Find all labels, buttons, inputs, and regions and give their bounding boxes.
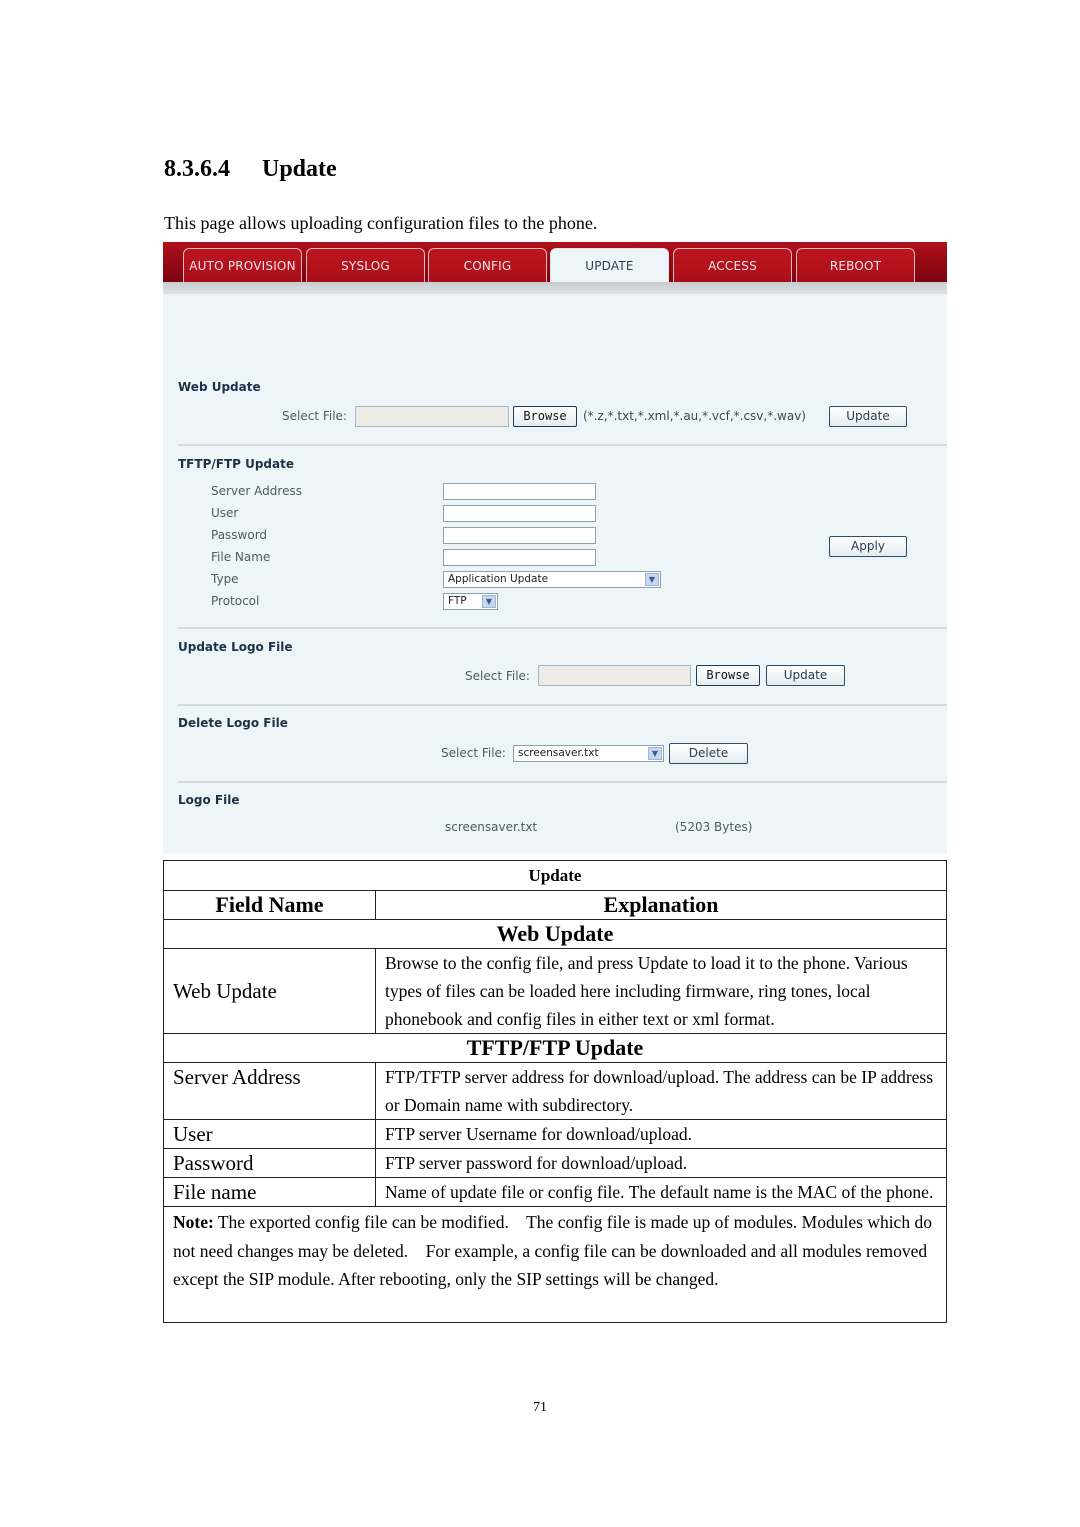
chevron-down-icon: ▼	[645, 573, 659, 586]
table-row: User FTP server Username for download/up…	[163, 1119, 947, 1149]
field-name-cell: User	[163, 1119, 376, 1149]
update-fields-table: Update Field Name Explanation Web Update…	[163, 860, 947, 1323]
page-number: 71	[533, 1400, 547, 1415]
table-row: Password FTP server password for downloa…	[163, 1148, 947, 1178]
web-update-select-file-label: Select File:	[282, 409, 347, 423]
field-name-cell: File name	[163, 1177, 376, 1207]
web-update-title: Web Update	[178, 380, 261, 394]
update-logo-title: Update Logo File	[178, 640, 293, 654]
protocol-select[interactable]: FTP ▼	[443, 593, 498, 610]
user-label: User	[211, 506, 239, 520]
tab-auto-provision[interactable]: AUTO PROVISION	[183, 248, 302, 282]
web-update-update-button[interactable]: Update	[829, 406, 907, 427]
web-update-extensions-hint: (*.z,*.txt,*.xml,*.au,*.vcf,*.csv,*.wav)	[583, 409, 806, 423]
update-logo-browse-button[interactable]: Browse	[696, 665, 760, 686]
server-address-input[interactable]	[443, 483, 596, 500]
logo-file-name: screensaver.txt	[445, 820, 538, 834]
table-row: Server Address FTP/TFTP server address f…	[163, 1062, 947, 1120]
type-select-value: Application Update	[448, 573, 549, 585]
delete-logo-file-value: screensaver.txt	[518, 747, 599, 759]
section-divider	[178, 781, 947, 783]
password-input[interactable]	[443, 527, 596, 544]
update-logo-update-button[interactable]: Update	[766, 665, 845, 686]
note-text: The exported config file can be modified…	[173, 1212, 937, 1289]
server-address-label: Server Address	[211, 484, 302, 498]
table-row: File name Name of update file or config …	[163, 1177, 947, 1207]
chevron-down-icon: ▼	[648, 747, 662, 760]
web-update-file-input[interactable]	[355, 406, 509, 427]
tab-syslog[interactable]: SYSLOG	[306, 248, 425, 282]
explanation-cell: FTP/TFTP server address for download/upl…	[375, 1062, 947, 1120]
field-name-cell: Server Address	[163, 1062, 376, 1120]
user-input[interactable]	[443, 505, 596, 522]
section-number: 8.3.6.4	[164, 156, 230, 182]
delete-logo-file-select[interactable]: screensaver.txt ▼	[513, 745, 664, 762]
table-note: Note: The exported config file can be mo…	[163, 1206, 947, 1323]
section-divider	[178, 704, 947, 706]
note-label: Note:	[173, 1212, 214, 1232]
type-select[interactable]: Application Update ▼	[443, 571, 661, 588]
delete-logo-title: Delete Logo File	[178, 716, 288, 730]
chevron-down-icon: ▼	[482, 595, 496, 608]
web-update-browse-button[interactable]: Browse	[513, 406, 577, 427]
field-name-cell: Web Update	[163, 948, 376, 1034]
column-header-explanation: Explanation	[375, 890, 947, 920]
file-name-label: File Name	[211, 550, 271, 564]
tab-reboot[interactable]: REBOOT	[796, 248, 915, 282]
nav-shadow	[163, 282, 947, 294]
update-logo-select-file-label: Select File:	[465, 669, 530, 683]
protocol-label: Protocol	[211, 594, 260, 608]
column-header-field-name: Field Name	[163, 890, 376, 920]
delete-button[interactable]: Delete	[669, 743, 748, 764]
apply-button[interactable]: Apply	[829, 536, 907, 557]
logo-file-size: (5203 Bytes)	[675, 820, 753, 834]
protocol-select-value: FTP	[448, 595, 467, 607]
section-divider	[178, 627, 947, 629]
tab-access[interactable]: ACCESS	[673, 248, 792, 282]
table-row: Web Update Browse to the config file, an…	[163, 948, 947, 1034]
section-heading: 8.3.6.4 Update	[164, 156, 337, 183]
section-title: Update	[262, 156, 337, 182]
explanation-cell: FTP server Username for download/upload.	[375, 1119, 947, 1149]
field-name-cell: Password	[163, 1148, 376, 1178]
delete-logo-select-file-label: Select File:	[441, 746, 506, 760]
explanation-cell: Name of update file or config file. The …	[375, 1177, 947, 1207]
file-name-input[interactable]	[443, 549, 596, 566]
intro-text: This page allows uploading configuration…	[164, 213, 598, 233]
tab-config[interactable]: CONFIG	[428, 248, 547, 282]
section-divider	[178, 444, 947, 446]
update-logo-file-input[interactable]	[538, 665, 691, 686]
tftp-update-title: TFTP/FTP Update	[178, 457, 294, 471]
tab-update[interactable]: UPDATE	[550, 248, 669, 282]
group-header-web-update: Web Update	[163, 919, 947, 949]
group-header-tftp-ftp-update: TFTP/FTP Update	[163, 1033, 947, 1063]
logo-file-title: Logo File	[178, 793, 240, 807]
explanation-cell: Browse to the config file, and press Upd…	[375, 948, 947, 1034]
password-label: Password	[211, 528, 268, 542]
top-nav-bar: AUTO PROVISION SYSLOG CONFIG UPDATE ACCE…	[163, 242, 947, 282]
type-label: Type	[211, 572, 239, 586]
table-title: Update	[163, 860, 947, 891]
web-ui-screenshot: AUTO PROVISION SYSLOG CONFIG UPDATE ACCE…	[163, 242, 947, 854]
explanation-cell: FTP server password for download/upload.	[375, 1148, 947, 1178]
